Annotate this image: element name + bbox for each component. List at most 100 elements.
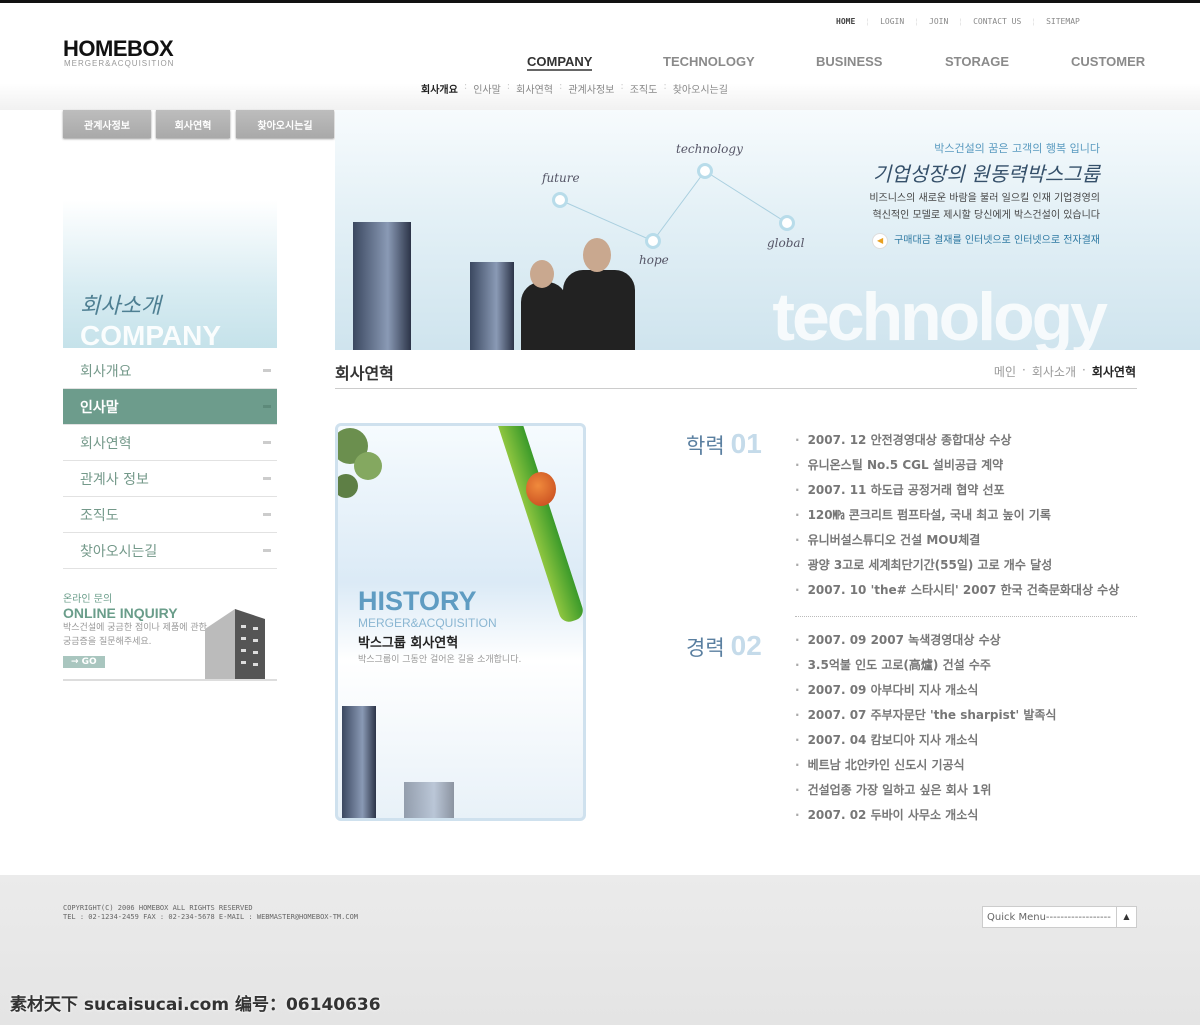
section-number: 02 xyxy=(730,630,762,661)
copyright: COPYRIGHT(C) 2006 HOMEBOX ALL RIGHTS RES… xyxy=(63,904,358,922)
history-item: 2007. 07 주부자문단 'the sharpist' 발족식 xyxy=(795,703,1057,728)
section-label-01: 학력 01 xyxy=(686,428,762,460)
link-sitemap[interactable]: SITEMAP xyxy=(1036,17,1090,26)
quick-menu-select[interactable]: Quick Menu------------------ ▲ xyxy=(982,906,1137,928)
subnav-org[interactable]: 조직도 xyxy=(624,81,664,96)
building-image xyxy=(353,222,411,350)
node-icon xyxy=(645,233,661,249)
sidebar-item-label: 찾아오시는길 xyxy=(80,543,158,560)
banner: technology future hope global technology… xyxy=(335,110,1200,355)
tree-image xyxy=(338,428,382,498)
sidebar-item-greeting[interactable]: 인사말 xyxy=(63,389,277,425)
history-item: 120㎫ 콘크리트 펌프타설, 국내 최고 높이 기록 xyxy=(795,503,1119,528)
triangle-up-icon[interactable]: ▲ xyxy=(1116,907,1136,927)
section-visual: 회사소개 COMPANY xyxy=(63,200,277,351)
banner-slogan: 기업성장의 원동력박스그룹 xyxy=(872,162,1100,186)
dash-icon xyxy=(263,369,271,372)
ladybug-image xyxy=(526,472,556,506)
separator: · xyxy=(1022,363,1026,377)
sidebar-item-label: 관계사 정보 xyxy=(80,471,149,488)
sidebar-menu: 회사개요 인사말 회사연혁 관계사 정보 조직도 찾아오시는길 xyxy=(63,353,277,569)
history-item: 2007. 11 하도급 공정거래 협약 선포 xyxy=(795,478,1119,503)
history-item: 2007. 04 캄보디아 지사 개소식 xyxy=(795,728,1056,753)
tab-affiliates[interactable]: 관계사정보 xyxy=(63,110,151,138)
inquiry-go-button[interactable]: → GO xyxy=(63,656,105,668)
section-label-text: 경력 xyxy=(686,636,725,660)
node-label: future xyxy=(542,171,580,185)
node-icon xyxy=(779,215,795,231)
dash-icon xyxy=(263,405,271,408)
history-item: 3.5억불 인도 고로(高爐) 건설 수주 xyxy=(795,653,1056,678)
main-nav: COMPANY TECHNOLOGY BUSINESS STORAGE CUST… xyxy=(0,54,1200,72)
sidebar-item-org[interactable]: 조직도 xyxy=(63,497,277,533)
card-subtitle: MERGER&ACQUISITION xyxy=(358,616,497,630)
sidebar-item-label: 회사개요 xyxy=(80,363,132,380)
card-title: HISTORY xyxy=(358,586,477,616)
nav-technology[interactable]: TECHNOLOGY xyxy=(663,54,755,69)
subnav-overview[interactable]: 회사개요 xyxy=(421,81,464,96)
nav-storage[interactable]: STORAGE xyxy=(945,54,1009,69)
arrow-left-icon: ◀ xyxy=(872,233,889,249)
banner-text: 박스건설의 꿈은 고객의 행복 입니다 기업성장의 원동력박스그룹 비즈니스의 … xyxy=(869,140,1100,249)
sidebar-item-history[interactable]: 회사연혁 xyxy=(63,425,277,461)
sidebar-item-label: 조직도 xyxy=(80,507,119,524)
history-card: HISTORY MERGER&ACQUISITION 박스그룹 회사연혁 박스그… xyxy=(335,423,586,821)
section-label-02: 경력 02 xyxy=(686,630,762,662)
history-item: 2007. 09 아부다비 지사 개소식 xyxy=(795,678,1056,703)
link-join[interactable]: JOIN xyxy=(919,17,958,26)
node-icon xyxy=(552,192,568,208)
subnav-greeting[interactable]: 인사말 xyxy=(467,81,507,96)
link-home[interactable]: HOME xyxy=(836,17,865,26)
watermark: 素材天下 sucaisucai.com 编号：06140636 xyxy=(10,995,381,1015)
building-image xyxy=(342,706,376,818)
history-item: 2007. 02 두바이 사무소 개소식 xyxy=(795,803,1056,828)
sidebar-item-directions[interactable]: 찾아오시는길 xyxy=(63,533,277,569)
link-contact[interactable]: CONTACT US xyxy=(963,17,1031,26)
subnav-directions[interactable]: 찾아오시는길 xyxy=(667,81,734,96)
history-item: 유니온스틸 No.5 CGL 설비공급 계약 xyxy=(795,453,1119,478)
nav-customer[interactable]: CUSTOMER xyxy=(1071,54,1145,69)
tab-directions[interactable]: 찾아오시는길 xyxy=(236,110,334,138)
card-desc: 박스그룹이 그동안 걸어온 길을 소개합니다. xyxy=(358,655,522,665)
sidebar-item-overview[interactable]: 회사개요 xyxy=(63,353,277,389)
dash-icon xyxy=(263,549,271,552)
page-title: 회사연혁 xyxy=(335,364,394,383)
separator: · xyxy=(1082,363,1086,377)
banner-line: 비즈니스의 새로운 바람을 불러 일으킬 인재 기업경영의 xyxy=(869,193,1100,204)
history-item: 베트남 北안카인 신도시 기공식 xyxy=(795,753,1056,778)
subnav-history[interactable]: 회사연혁 xyxy=(510,81,559,96)
online-inquiry: 온라인 문의 ONLINE INQUIRY 박스건설에 궁금한 점이나 제품에 … xyxy=(63,590,277,681)
divider xyxy=(795,616,1137,617)
contact-text: TEL : 02-1234-2459 FAX : 02-234-5678 E-M… xyxy=(63,913,359,921)
inquiry-desc: 박스건설에 궁금한 점이나 제품에 관한 궁금증을 질문해주세요. xyxy=(63,623,207,647)
tab-history[interactable]: 회사연혁 xyxy=(156,110,230,138)
nav-business[interactable]: BUSINESS xyxy=(816,54,882,69)
breadcrumb-home[interactable]: 메인 xyxy=(994,363,1016,380)
node-icon xyxy=(697,163,713,179)
banner-link[interactable]: ◀ 구매대금 결재를 인터넷으로 인터넷으로 전자결재 xyxy=(869,231,1100,249)
banner-line: 혁신적인 모델로 제시할 당신에게 박스건설이 있습니다 xyxy=(872,210,1101,221)
section-label-text: 학력 xyxy=(686,434,725,458)
leaf-image xyxy=(494,426,583,625)
breadcrumb-current: 회사연혁 xyxy=(1091,365,1136,379)
history-item: 유니버설스튜디오 건설 MOU체결 xyxy=(795,528,1119,553)
sidebar-item-label: 회사연혁 xyxy=(80,435,132,452)
sidebar-item-affiliates[interactable]: 관계사 정보 xyxy=(63,461,277,497)
link-login[interactable]: LOGIN xyxy=(870,17,914,26)
building-image xyxy=(205,609,265,679)
breadcrumb-company[interactable]: 회사소개 xyxy=(1032,363,1076,380)
history-item: 2007. 10 'the# 스타시티' 2007 한국 건축문화대상 수상 xyxy=(795,578,1120,603)
quick-menu-label: Quick Menu------------------ xyxy=(987,911,1111,923)
history-item: 2007. 12 안전경영대상 종합대상 수상 xyxy=(795,428,1119,453)
banner-line: 박스건설의 꿈은 고객의 행복 입니다 xyxy=(934,142,1100,155)
history-list: 2007. 12 안전경영대상 종합대상 수상유니온스틸 No.5 CGL 설비… xyxy=(795,428,1120,603)
banner-big-text: technology xyxy=(772,279,1108,355)
dash-icon xyxy=(263,441,271,444)
section-visual-kr: 회사소개 xyxy=(80,294,161,319)
subnav-affiliates[interactable]: 관계사정보 xyxy=(562,81,620,96)
person-head xyxy=(530,260,554,288)
history-item: 건설업종 가장 일하고 싶은 회사 1위 xyxy=(795,778,1056,803)
node-label: hope xyxy=(639,253,669,267)
nav-company[interactable]: COMPANY xyxy=(527,54,593,71)
building-image xyxy=(470,262,514,350)
